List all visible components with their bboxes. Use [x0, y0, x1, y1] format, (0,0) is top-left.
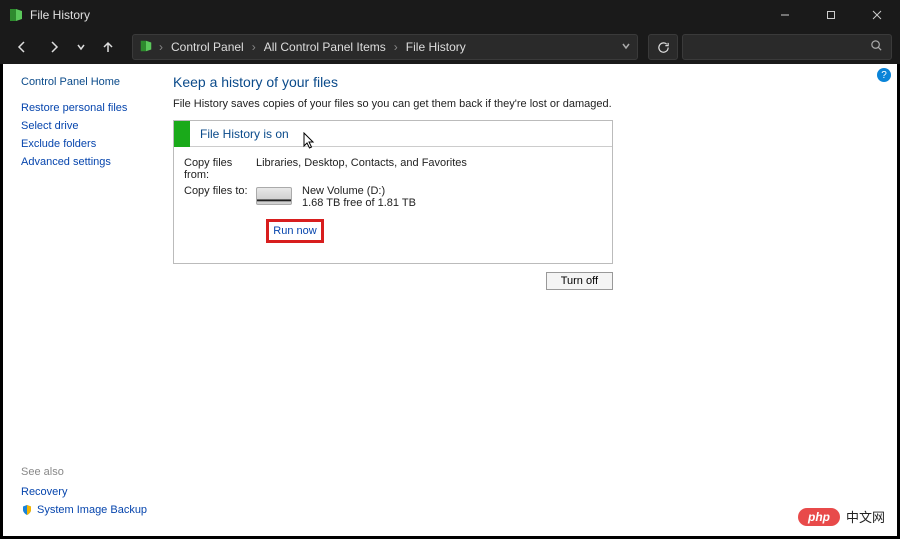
address-icon — [139, 39, 153, 56]
help-icon[interactable]: ? — [877, 68, 891, 82]
main-panel: Keep a history of your files File Histor… — [173, 74, 877, 290]
status-panel-title: File History is on — [190, 127, 289, 141]
run-now-highlight: Run now — [266, 219, 324, 243]
recovery-link[interactable]: Recovery — [21, 486, 147, 498]
exclude-folders-link[interactable]: Exclude folders — [21, 138, 151, 150]
restore-personal-files-link[interactable]: Restore personal files — [21, 102, 151, 114]
chevron-right-icon: › — [392, 40, 400, 54]
app-icon — [8, 7, 24, 23]
minimize-button[interactable] — [762, 0, 808, 30]
sidebar: Control Panel Home Restore personal file… — [21, 76, 151, 174]
page-description: File History saves copies of your files … — [173, 98, 877, 110]
window-title: File History — [30, 8, 90, 22]
copy-to-row: Copy files to: New Volume (D:) 1.68 TB f… — [184, 185, 602, 209]
up-button[interactable] — [94, 33, 122, 61]
status-panel-header: File History is on — [174, 121, 612, 147]
drive-space: 1.68 TB free of 1.81 TB — [302, 197, 416, 209]
maximize-button[interactable] — [808, 0, 854, 30]
breadcrumb-file-history[interactable]: File History — [404, 39, 468, 55]
watermark-text: 中文网 — [846, 507, 885, 526]
control-panel-home-link[interactable]: Control Panel Home — [21, 76, 151, 88]
breadcrumb-control-panel[interactable]: Control Panel — [169, 39, 246, 55]
watermark-pill: php — [798, 508, 840, 526]
drive-icon — [256, 187, 292, 205]
search-icon — [870, 39, 883, 55]
shield-icon — [21, 504, 33, 516]
drive-name: New Volume (D:) — [302, 185, 416, 197]
forward-button[interactable] — [40, 33, 68, 61]
select-drive-link[interactable]: Select drive — [21, 120, 151, 132]
page-heading: Keep a history of your files — [173, 74, 877, 90]
copy-from-row: Copy files from: Libraries, Desktop, Con… — [184, 157, 602, 181]
status-panel: File History is on Copy files from: Libr… — [173, 120, 613, 264]
see-also-section: See also Recovery System Image Backup — [21, 466, 147, 522]
copy-from-label: Copy files from: — [184, 157, 256, 181]
breadcrumb-all-items[interactable]: All Control Panel Items — [262, 39, 388, 55]
system-image-backup-link[interactable]: System Image Backup — [21, 504, 147, 516]
address-bar[interactable]: › Control Panel › All Control Panel Item… — [132, 34, 638, 60]
copy-to-label: Copy files to: — [184, 185, 256, 209]
titlebar: File History — [0, 0, 900, 30]
recent-dropdown[interactable] — [72, 33, 90, 61]
status-on-indicator — [174, 121, 190, 147]
window-controls — [762, 0, 900, 30]
copy-from-value: Libraries, Desktop, Contacts, and Favori… — [256, 157, 602, 181]
see-also-header: See also — [21, 466, 147, 478]
watermark: php 中文网 — [798, 507, 885, 526]
chevron-right-icon: › — [250, 40, 258, 54]
advanced-settings-link[interactable]: Advanced settings — [21, 156, 151, 168]
run-now-link[interactable]: Run now — [273, 225, 316, 237]
content-area: ? Control Panel Home Restore personal fi… — [3, 64, 897, 536]
turn-off-button[interactable]: Turn off — [546, 272, 613, 290]
back-button[interactable] — [8, 33, 36, 61]
chevron-right-icon: › — [157, 40, 165, 54]
search-input[interactable] — [682, 34, 892, 60]
address-dropdown-icon[interactable] — [621, 40, 631, 54]
refresh-button[interactable] — [648, 34, 678, 60]
close-button[interactable] — [854, 0, 900, 30]
navbar: › Control Panel › All Control Panel Item… — [0, 30, 900, 64]
